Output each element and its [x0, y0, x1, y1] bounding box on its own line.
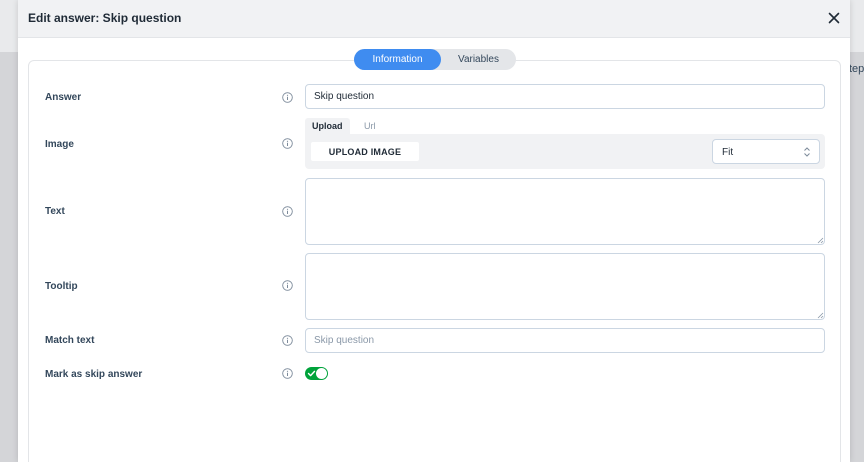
- answer-info-icon[interactable]: [282, 92, 293, 103]
- skip-answer-info-icon[interactable]: [282, 368, 293, 379]
- image-label: Image: [45, 139, 74, 150]
- text-textarea[interactable]: [305, 178, 825, 245]
- check-icon: [307, 369, 316, 378]
- resize-grip-icon[interactable]: [817, 237, 824, 244]
- skip-answer-label: Mark as skip answer: [45, 369, 143, 380]
- info-icon: [282, 368, 293, 379]
- info-icon: [282, 92, 293, 103]
- tab-switcher: Information Variables: [354, 49, 516, 70]
- upload-image-button[interactable]: UPLOAD IMAGE: [311, 142, 419, 161]
- skip-answer-toggle[interactable]: [305, 367, 328, 380]
- text-label: Text: [45, 206, 65, 217]
- modal-header: Edit answer: Skip question: [18, 0, 850, 38]
- close-icon: [828, 12, 840, 24]
- image-fit-value: Fit: [722, 147, 734, 158]
- tooltip-textarea[interactable]: [305, 253, 825, 320]
- image-tab-upload[interactable]: Upload: [305, 118, 350, 134]
- resize-grip-icon[interactable]: [817, 312, 824, 319]
- info-icon: [282, 280, 293, 291]
- modal-title: Edit answer: Skip question: [28, 11, 182, 25]
- info-icon: [282, 138, 293, 149]
- tab-information[interactable]: Information: [354, 49, 441, 70]
- toggle-knob: [316, 368, 327, 379]
- edit-answer-modal: Edit answer: Skip question Information V…: [18, 0, 850, 462]
- image-tab-url[interactable]: Url: [357, 118, 383, 134]
- image-info-icon[interactable]: [282, 138, 293, 149]
- chevron-updown-icon: [803, 146, 811, 158]
- info-icon: [282, 206, 293, 217]
- close-button[interactable]: [826, 10, 842, 26]
- image-fit-select[interactable]: Fit: [712, 139, 820, 164]
- info-icon: [282, 335, 293, 346]
- answer-label: Answer: [45, 92, 82, 103]
- match-text-info-icon[interactable]: [282, 335, 293, 346]
- backdrop-partial-text: tep: [849, 63, 864, 75]
- tooltip-info-icon[interactable]: [282, 280, 293, 291]
- tab-variables[interactable]: Variables: [441, 49, 516, 70]
- tooltip-label: Tooltip: [45, 281, 78, 292]
- match-text-label: Match text: [45, 335, 95, 346]
- image-upload-area: UPLOAD IMAGE Fit: [305, 134, 825, 169]
- match-text-input[interactable]: [305, 328, 825, 353]
- text-info-icon[interactable]: [282, 206, 293, 217]
- answer-input[interactable]: [305, 84, 825, 109]
